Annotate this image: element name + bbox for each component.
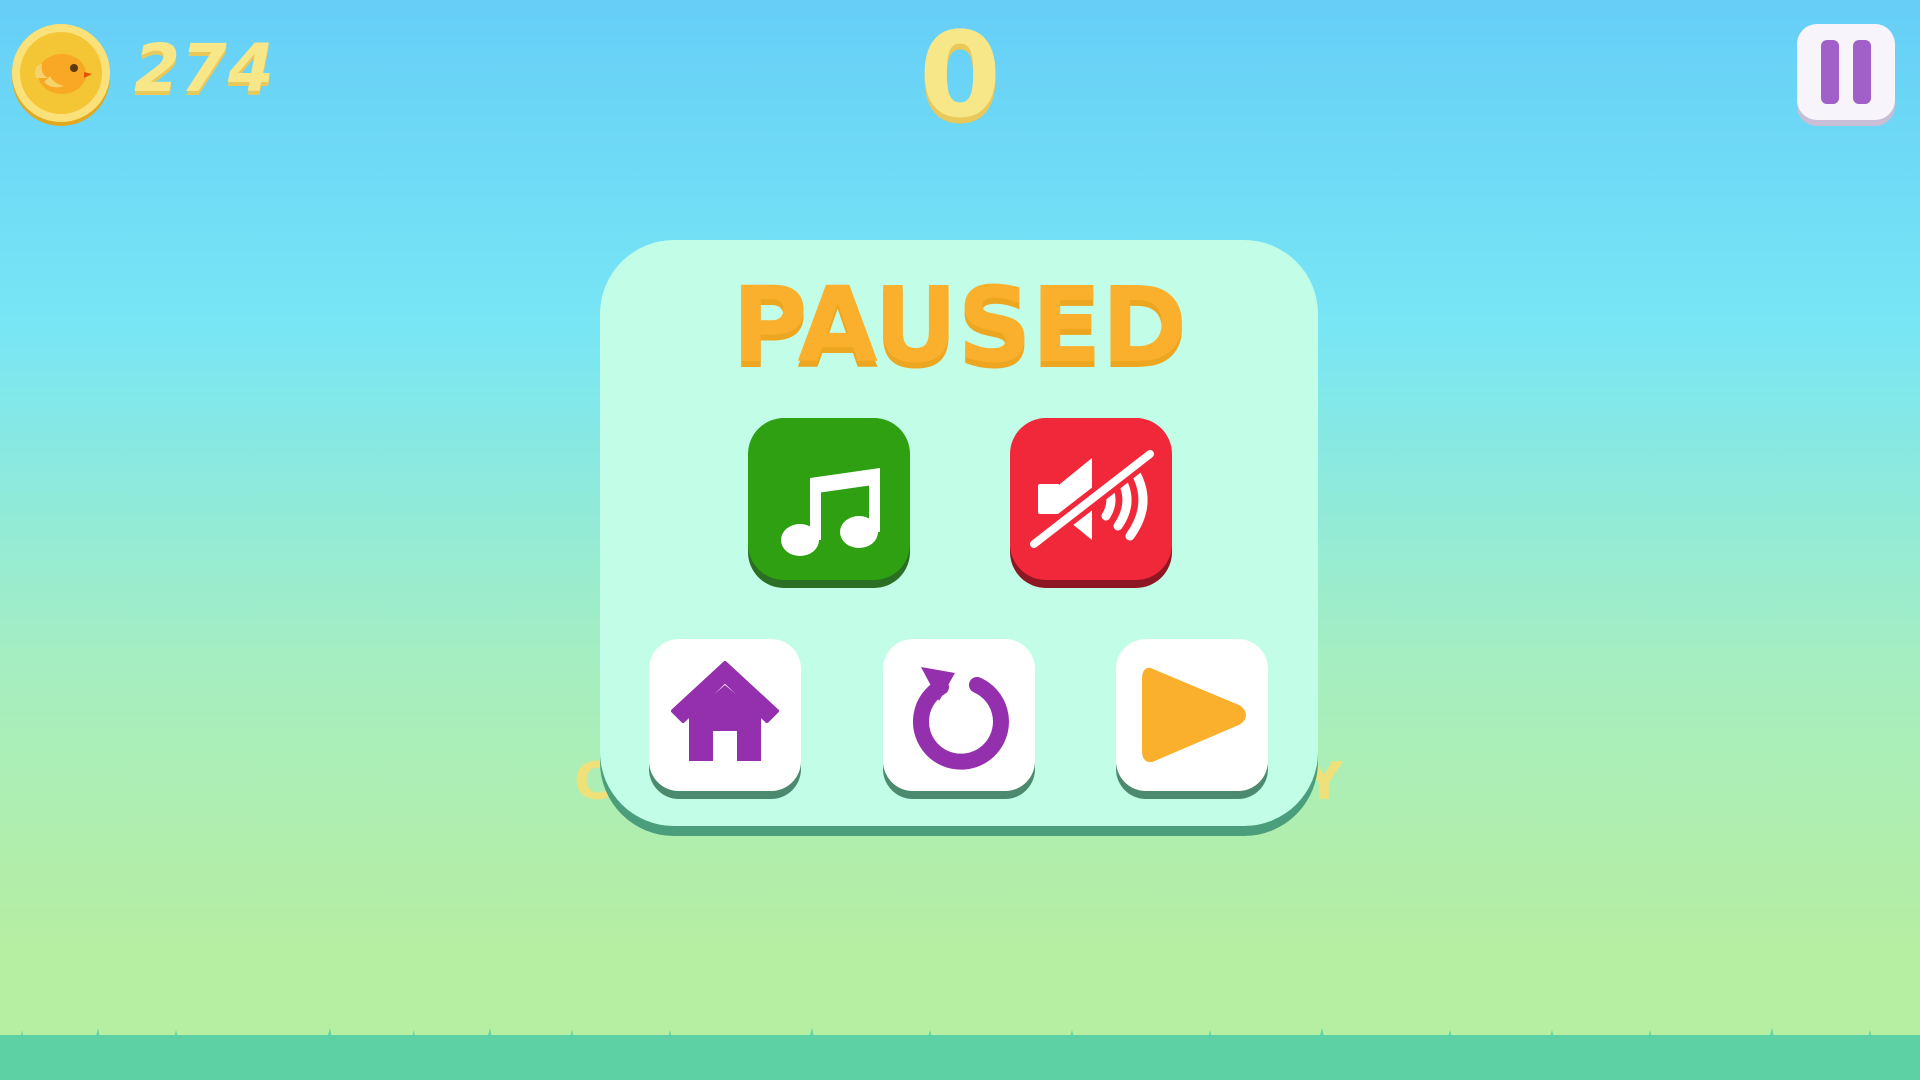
coin-bird-icon bbox=[12, 24, 110, 122]
music-toggle-button[interactable] bbox=[748, 418, 910, 580]
pause-menu-panel: PAUSED bbox=[600, 240, 1318, 826]
play-icon bbox=[1142, 667, 1246, 763]
pause-title: PAUSED bbox=[731, 264, 1188, 386]
resume-button[interactable] bbox=[1116, 639, 1268, 791]
restart-icon bbox=[912, 667, 1009, 770]
home-button[interactable] bbox=[649, 639, 801, 791]
sound-toggle-button[interactable] bbox=[1010, 418, 1172, 580]
sound-muted-icon bbox=[1025, 445, 1159, 553]
ground bbox=[0, 1035, 1920, 1080]
coin-count: 274 bbox=[134, 30, 275, 107]
music-note-icon bbox=[781, 468, 880, 556]
pause-button[interactable] bbox=[1797, 24, 1895, 120]
score: 0 bbox=[918, 6, 1002, 144]
restart-button[interactable] bbox=[883, 639, 1035, 791]
home-icon bbox=[671, 661, 779, 761]
